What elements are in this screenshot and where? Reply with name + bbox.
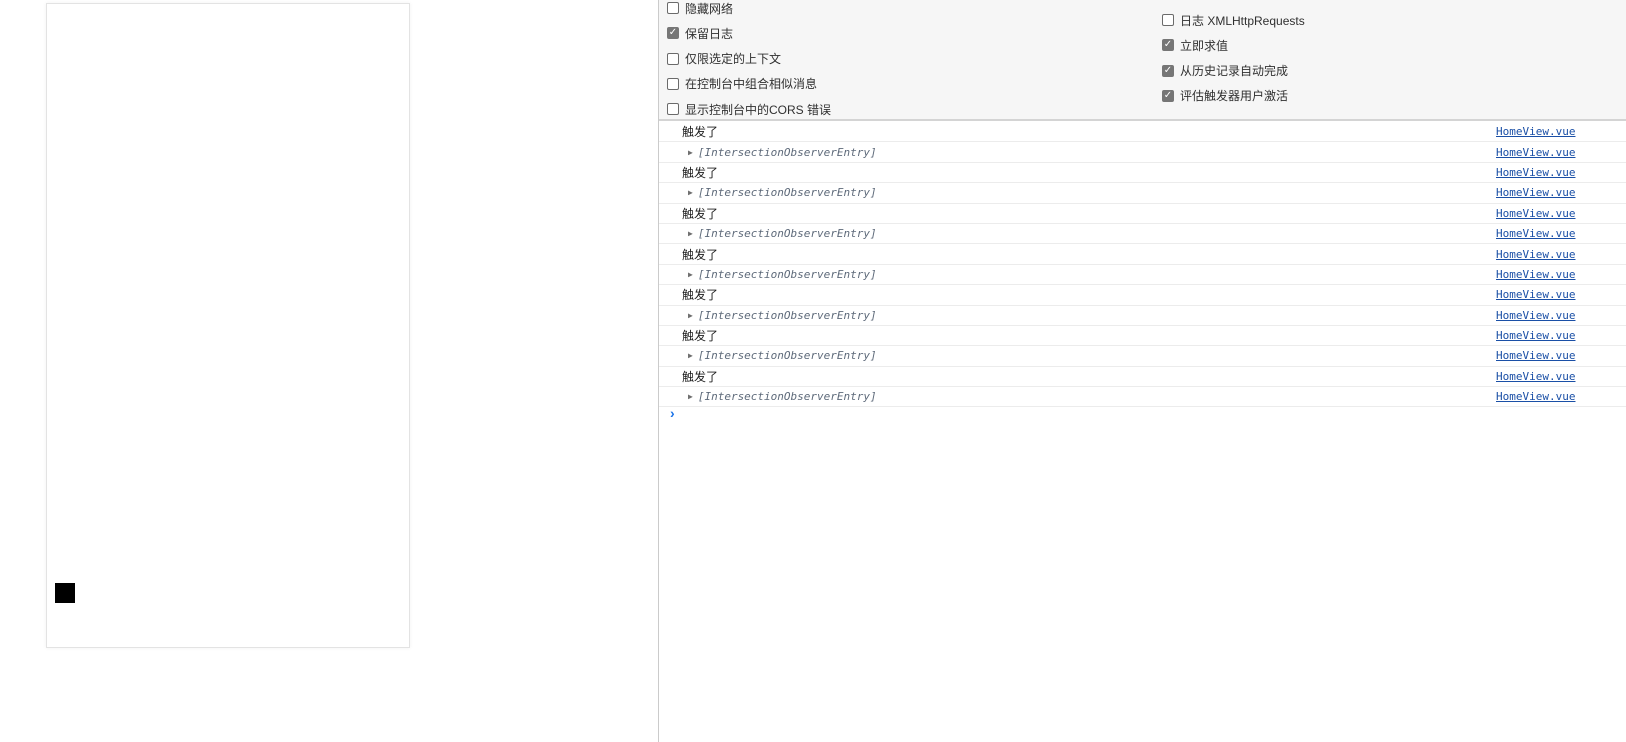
- checkbox[interactable]: [667, 52, 679, 65]
- source-link[interactable]: HomeView.vue: [1496, 207, 1626, 220]
- source-link[interactable]: HomeView.vue: [1496, 268, 1626, 281]
- setting-option[interactable]: 显示控制台中的CORS 错误: [667, 101, 831, 117]
- checkbox[interactable]: ✓: [1162, 39, 1174, 52]
- console-message: 触发了: [682, 165, 719, 180]
- object-preview[interactable]: [IntersectionObserverEntry]: [698, 186, 877, 199]
- setting-label: 在控制台中组合相似消息: [685, 77, 818, 92]
- console-message-row: 触发了 HomeView.vue: [659, 244, 1626, 265]
- console-object-row[interactable]: ▶ [IntersectionObserverEntry] HomeView.vue: [659, 306, 1626, 326]
- expand-triangle-icon[interactable]: ▶: [688, 188, 693, 197]
- console-message: 触发了: [682, 125, 719, 140]
- source-link[interactable]: HomeView.vue: [1496, 248, 1626, 261]
- source-link[interactable]: HomeView.vue: [1496, 146, 1626, 159]
- setting-option[interactable]: 在控制台中组合相似消息: [667, 76, 817, 92]
- setting-option[interactable]: ✓ 评估触发器用户激活: [1162, 88, 1288, 104]
- setting-label: 保留日志: [685, 26, 734, 41]
- console-message-row: 触发了 HomeView.vue: [659, 122, 1626, 143]
- console-message: 触发了: [682, 288, 719, 303]
- setting-option[interactable]: ✓ 保留日志: [667, 25, 733, 41]
- console-prompt[interactable]: ›: [670, 405, 675, 421]
- console-object-row[interactable]: ▶ [IntersectionObserverEntry] HomeView.vue: [659, 183, 1626, 204]
- source-link[interactable]: HomeView.vue: [1496, 349, 1626, 362]
- setting-label: 日志 XMLHttpRequests: [1180, 13, 1305, 28]
- source-link[interactable]: HomeView.vue: [1496, 125, 1626, 138]
- source-link[interactable]: HomeView.vue: [1496, 166, 1626, 179]
- console-object-row[interactable]: ▶ [IntersectionObserverEntry] HomeView.vue: [659, 265, 1626, 286]
- object-preview[interactable]: [IntersectionObserverEntry]: [698, 309, 877, 322]
- object-preview[interactable]: [IntersectionObserverEntry]: [698, 268, 877, 281]
- checkbox[interactable]: [1162, 14, 1174, 26]
- setting-option[interactable]: 仅限选定的上下文: [667, 51, 781, 67]
- checkbox[interactable]: [667, 77, 679, 90]
- source-link[interactable]: HomeView.vue: [1496, 329, 1626, 342]
- expand-triangle-icon[interactable]: ▶: [688, 148, 693, 157]
- setting-option[interactable]: 日志 XMLHttpRequests: [1162, 12, 1305, 28]
- setting-label: 隐藏网络: [685, 1, 734, 16]
- console-message-row: 触发了 HomeView.vue: [659, 163, 1626, 184]
- console-object-row[interactable]: ▶ [IntersectionObserverEntry] HomeView.vue: [659, 346, 1626, 367]
- console-message-row: 触发了 HomeView.vue: [659, 326, 1626, 347]
- page-viewport: [46, 3, 410, 648]
- source-link[interactable]: HomeView.vue: [1496, 227, 1626, 240]
- source-link[interactable]: HomeView.vue: [1496, 390, 1626, 403]
- console-log: 触发了 HomeView.vue ▶ [IntersectionObserverEnt…: [659, 122, 1626, 408]
- setting-option[interactable]: ✓ 立即求值: [1162, 37, 1228, 53]
- source-link[interactable]: HomeView.vue: [1496, 288, 1626, 301]
- object-preview[interactable]: [IntersectionObserverEntry]: [698, 227, 877, 240]
- object-preview[interactable]: [IntersectionObserverEntry]: [698, 349, 877, 362]
- observed-target-box: [55, 583, 75, 603]
- expand-triangle-icon[interactable]: ▶: [688, 351, 693, 360]
- console-message-row: 触发了 HomeView.vue: [659, 285, 1626, 306]
- console-message: 触发了: [682, 369, 719, 384]
- console-message-row: 触发了 HomeView.vue: [659, 367, 1626, 388]
- console-object-row[interactable]: ▶ [IntersectionObserverEntry] HomeView.vue: [659, 142, 1626, 163]
- console-message: 触发了: [682, 206, 719, 221]
- console-object-row[interactable]: ▶ [IntersectionObserverEntry] HomeView.vue: [659, 387, 1626, 408]
- object-preview[interactable]: [IntersectionObserverEntry]: [698, 390, 877, 403]
- console-message: 触发了: [682, 247, 719, 262]
- setting-label: 仅限选定的上下文: [685, 52, 782, 67]
- console-settings: 隐藏网络 ✓ 保留日志仅限选定的上下文在控制台中组合相似消息 显示控制台中的CORS …: [659, 0, 1626, 121]
- setting-label: 评估触发器用户激活: [1180, 89, 1289, 104]
- object-preview[interactable]: [IntersectionObserverEntry]: [698, 146, 877, 159]
- checkbox[interactable]: ✓: [1162, 64, 1174, 77]
- expand-triangle-icon[interactable]: ▶: [688, 392, 693, 401]
- source-link[interactable]: HomeView.vue: [1496, 370, 1626, 383]
- expand-triangle-icon[interactable]: ▶: [688, 270, 693, 279]
- source-link[interactable]: HomeView.vue: [1496, 309, 1626, 322]
- setting-label: 显示控制台中的CORS 错误: [685, 102, 832, 117]
- setting-label: 立即求值: [1180, 38, 1229, 53]
- console-message-row: 触发了 HomeView.vue: [659, 204, 1626, 224]
- setting-label: 从历史记录自动完成: [1180, 64, 1289, 79]
- setting-option[interactable]: 隐藏网络: [667, 0, 733, 16]
- expand-triangle-icon[interactable]: ▶: [688, 311, 693, 320]
- checkbox[interactable]: ✓: [1162, 89, 1174, 102]
- source-link[interactable]: HomeView.vue: [1496, 186, 1626, 199]
- checkbox[interactable]: [667, 2, 679, 14]
- devtools-console-panel: 隐藏网络 ✓ 保留日志仅限选定的上下文在控制台中组合相似消息 显示控制台中的CORS …: [658, 0, 1626, 742]
- setting-option[interactable]: ✓ 从历史记录自动完成: [1162, 63, 1288, 79]
- expand-triangle-icon[interactable]: ▶: [688, 229, 693, 238]
- checkbox[interactable]: [667, 103, 679, 116]
- checkbox[interactable]: ✓: [667, 27, 679, 40]
- console-object-row[interactable]: ▶ [IntersectionObserverEntry] HomeView.vue: [659, 224, 1626, 245]
- console-message: 触发了: [682, 329, 719, 344]
